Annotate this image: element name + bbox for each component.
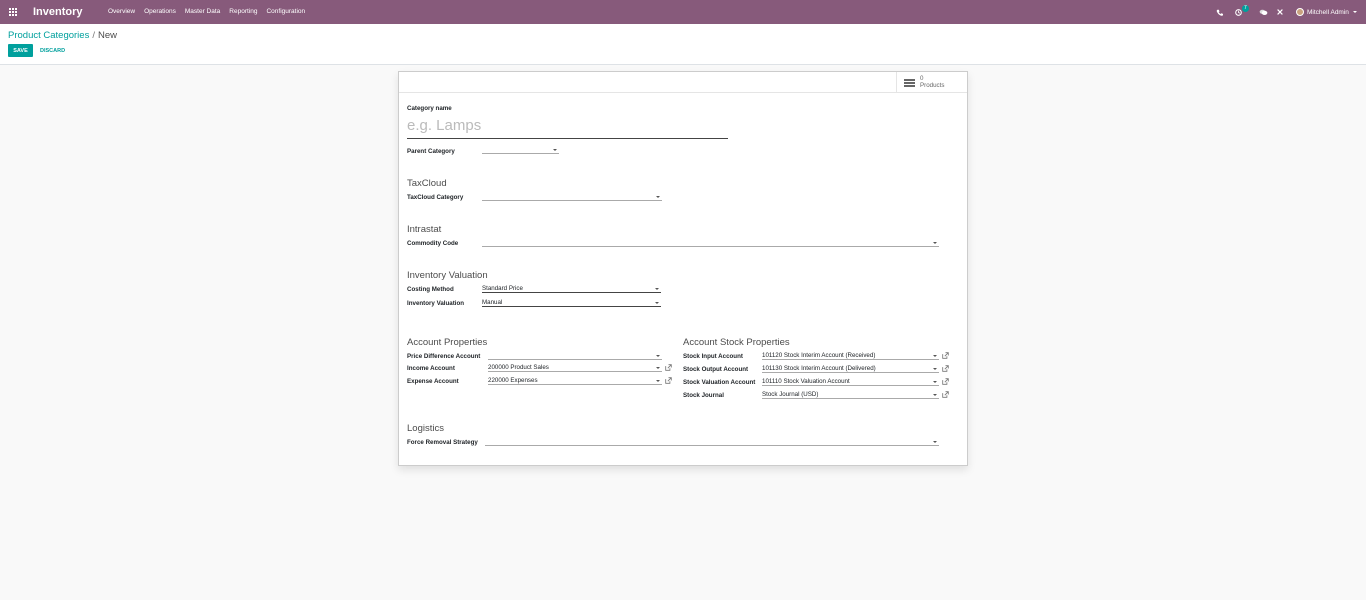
apps-menu-icon[interactable] [9,8,17,16]
form-sheet: 0 Products Category name e.g. Lamps Pare… [398,71,968,466]
stock-output-account-field[interactable]: 101130 Stock Interim Account (Delivered) [762,365,939,373]
stock-valuation-account-label: Stock Valuation Account [683,379,756,386]
account-properties-section-title: Account Properties [407,337,488,348]
force-removal-strategy-field[interactable] [485,438,939,446]
caret-down-icon [655,302,659,304]
app-name[interactable]: Inventory [33,6,83,18]
price-difference-account-field[interactable] [488,352,662,360]
parent-category-field[interactable] [482,146,559,154]
caret-down-icon [656,196,660,198]
inventory-valuation-select[interactable]: Manual [482,299,661,307]
breadcrumb-separator: / [92,30,95,41]
products-label: Products [920,81,945,89]
caret-down-icon [655,288,659,290]
menu-item-configuration[interactable]: Configuration [266,8,305,15]
external-link-icon[interactable] [942,365,949,372]
button-box: 0 Products [399,72,967,93]
breadcrumb: Product Categories / New [8,30,117,41]
income-account-label: Income Account [407,365,455,372]
list-icon [904,78,915,87]
caret-down-icon [553,149,557,151]
caret-down-icon [656,355,660,357]
expense-account-field[interactable]: 220000 Expenses [488,377,662,385]
inventory-valuation-label: Inventory Valuation [407,300,465,307]
activity-count-badge: 7 [1242,5,1249,12]
menu-item-reporting[interactable]: Reporting [229,8,257,15]
control-panel: Product Categories / New SAVE DISCARD [0,24,1366,65]
avatar [1296,8,1304,16]
intrastat-section-title: Intrastat [407,224,442,235]
category-name-label: Category name [407,105,452,112]
costing-method-select[interactable]: Standard Price [482,285,661,293]
taxcloud-category-field[interactable] [482,193,662,201]
breadcrumb-parent-link[interactable]: Product Categories [8,30,89,41]
parent-category-label: Parent Category [407,148,455,155]
stock-output-account-label: Stock Output Account [683,366,749,373]
commodity-code-label: Commodity Code [407,240,459,247]
phone-icon[interactable] [1216,0,1223,24]
save-button[interactable]: SAVE [8,44,33,57]
caret-down-icon [933,381,937,383]
income-account-field[interactable]: 200000 Product Sales [488,364,662,372]
external-link-icon[interactable] [942,352,949,359]
caret-down-icon [933,368,937,370]
stock-journal-label: Stock Journal [683,392,724,399]
category-name-input[interactable]: e.g. Lamps [407,116,728,139]
breadcrumb-current: New [97,30,117,41]
caret-down-icon [656,380,660,382]
menu-item-operations[interactable]: Operations [144,8,176,15]
menu-item-master-data[interactable]: Master Data [185,8,220,15]
account-stock-properties-section-title: Account Stock Properties [683,337,790,348]
stock-input-account-field[interactable]: 101120 Stock Interim Account (Received) [762,352,939,360]
external-link-icon[interactable] [942,378,949,385]
taxcloud-section-title: TaxCloud [407,178,447,189]
discard-button[interactable]: DISCARD [40,44,65,57]
costing-method-label: Costing Method [407,286,454,293]
taxcloud-category-label: TaxCloud Category [407,194,464,201]
external-link-icon[interactable] [665,364,672,371]
caret-down-icon [933,394,937,396]
caret-down-icon [933,242,937,244]
user-menu[interactable]: Mitchell Admin [1296,0,1357,24]
stock-journal-field[interactable]: Stock Journal (USD) [762,391,939,399]
caret-down-icon [656,367,660,369]
user-name: Mitchell Admin [1307,8,1349,16]
caret-down-icon [933,441,937,443]
caret-down-icon [933,355,937,357]
external-link-icon[interactable] [942,391,949,398]
chevron-down-icon [1352,11,1357,13]
force-removal-strategy-label: Force Removal Strategy [407,439,478,446]
top-navbar: Inventory Overview Operations Master Dat… [0,0,1366,24]
stock-valuation-account-field[interactable]: 101110 Stock Valuation Account [762,378,939,386]
logistics-section-title: Logistics [407,423,444,434]
commodity-code-field[interactable] [482,239,939,247]
price-difference-account-label: Price Difference Account [407,353,481,360]
external-link-icon[interactable] [665,377,672,384]
main-menu: Overview Operations Master Data Reportin… [108,8,314,15]
products-smart-button[interactable]: 0 Products [896,72,967,93]
inventory-valuation-section-title: Inventory Valuation [407,270,488,281]
close-icon[interactable] [1277,0,1283,24]
expense-account-label: Expense Account [407,378,459,385]
activity-clock-icon[interactable]: 7 [1235,0,1249,24]
stock-input-account-label: Stock Input Account [683,353,743,360]
chat-icon[interactable] [1259,0,1268,24]
menu-item-overview[interactable]: Overview [108,8,135,15]
